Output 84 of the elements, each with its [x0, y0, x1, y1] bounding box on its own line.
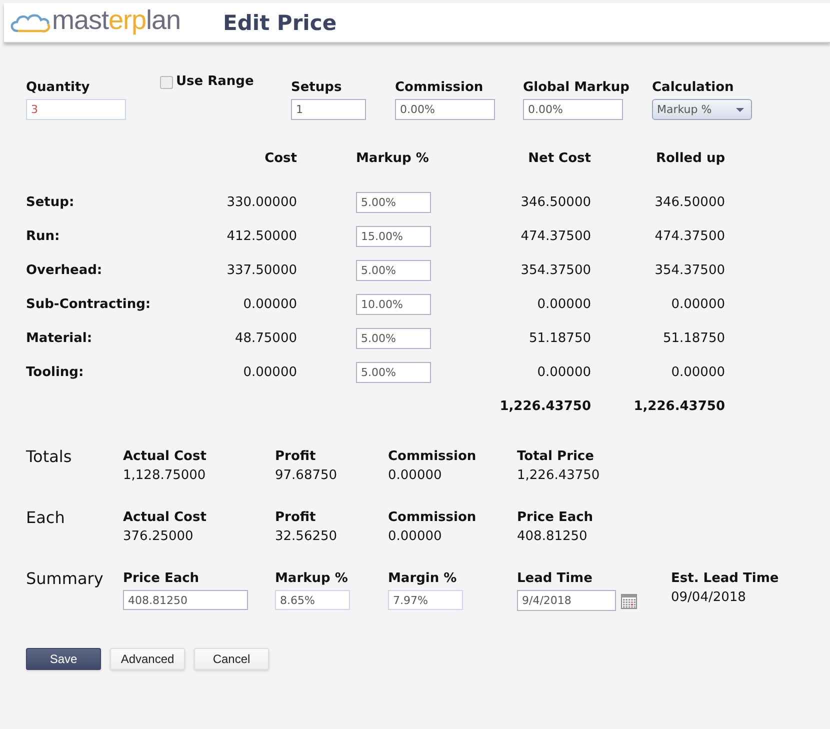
table-cell-text: 0.00000 — [670, 364, 725, 380]
markup-input[interactable]: 5.00% — [356, 362, 431, 382]
column-header: Rolled up — [654, 151, 725, 166]
checkbox[interactable] — [160, 76, 173, 89]
table-cell-text: 474.37500 — [520, 228, 591, 244]
table-cell: 412.50000 — [226, 228, 297, 244]
table-cell-text: 48.75000 — [234, 330, 297, 346]
markup-input[interactable]: 5.00% — [356, 260, 431, 280]
column-header: Cost — [264, 151, 297, 166]
page-title: Edit Price — [223, 10, 337, 34]
input-field[interactable]: 0.00% — [395, 99, 495, 120]
total-value: 1,226.43750 — [632, 398, 725, 414]
field-value: 32.56250 — [275, 529, 338, 544]
markup-input[interactable]: 5.00% — [356, 328, 431, 348]
table-cell-text: 354.37500 — [654, 262, 725, 278]
input-field[interactable]: 7.97% — [388, 590, 463, 610]
caret-icon — [736, 108, 744, 112]
field-label: Quantity — [26, 80, 91, 95]
field-label: Actual Cost — [123, 449, 208, 464]
table-cell-text: 354.37500 — [520, 262, 591, 278]
field-label: Est. Lead Time — [671, 571, 779, 586]
field-value: 408.81250 — [517, 529, 588, 544]
field-value: 376.25000 — [123, 529, 194, 544]
row-label: Tooling: — [26, 364, 85, 380]
field-value: 0.00000 — [388, 468, 443, 483]
table-cell-text: 346.50000 — [654, 194, 725, 210]
logo-text: masterplan — [52, 4, 181, 34]
field-value: 1,128.75000 — [123, 468, 207, 483]
field-label: Commission — [388, 449, 478, 464]
column-header: Markup % — [355, 151, 430, 166]
table-cell-text: 0.00000 — [242, 364, 297, 380]
field-value: 09/04/2018 — [671, 590, 747, 605]
input-field[interactable]: 1 — [291, 99, 366, 120]
markup-input[interactable]: 5.00% — [356, 192, 431, 212]
column-header: Net Cost — [527, 151, 591, 166]
table-cell: 337.50000 — [226, 262, 297, 278]
table-cell-text: 0.00000 — [536, 296, 591, 312]
row-label: Material: — [26, 330, 94, 346]
table-cell-text: 346.50000 — [520, 194, 591, 210]
field-value: 0.00000 — [388, 529, 443, 544]
field-value: 1,226.43750 — [517, 468, 601, 483]
table-cell: 330.00000 — [226, 194, 297, 210]
button[interactable]: Advanced — [110, 648, 185, 670]
table-cell-text: 0.00000 — [536, 364, 591, 380]
field-label: Setups — [291, 80, 343, 95]
row-label: Sub-Contracting: — [26, 296, 152, 312]
date-field[interactable]: 9/4/2018 — [517, 590, 616, 611]
table-cell-text: 51.18750 — [528, 330, 591, 346]
button[interactable]: Cancel — [194, 648, 269, 670]
field-label: Commission — [388, 510, 478, 525]
field-label: Lead Time — [517, 571, 594, 586]
input-field[interactable]: 408.81250 — [123, 590, 248, 610]
field-label: Markup % — [275, 571, 349, 586]
table-cell-text: 0.00000 — [670, 296, 725, 312]
save-button[interactable]: Save — [26, 648, 101, 670]
input-field[interactable]: 8.65% — [275, 590, 350, 610]
table-cell-text: 0.00000 — [242, 296, 297, 312]
section-title: Summary — [26, 571, 104, 590]
field-label: Calculation — [652, 80, 735, 95]
section-title: Totals — [26, 449, 73, 468]
field-label: Margin % — [388, 571, 458, 586]
field-label: Use Range — [176, 74, 254, 89]
input-field[interactable]: 0.00% — [523, 99, 623, 120]
table-cell-text: 474.37500 — [654, 228, 725, 244]
field-label: Price Each — [123, 571, 200, 586]
row-label: Run: — [26, 228, 61, 244]
section-title: Each — [26, 510, 66, 529]
field-label: Profit — [275, 449, 317, 464]
row-label: Setup: — [26, 194, 76, 210]
markup-input[interactable]: 15.00% — [356, 226, 431, 246]
field-value: 97.68750 — [275, 468, 338, 483]
dropdown[interactable]: Markup % — [652, 99, 752, 120]
field-label: Actual Cost — [123, 510, 208, 525]
table-cell-text: 51.18750 — [662, 330, 725, 346]
field-label: Global Markup — [523, 80, 630, 95]
field-label: Commission — [395, 80, 484, 95]
field-label: Price Each — [517, 510, 594, 525]
field-label: Total Price — [517, 449, 595, 464]
calendar-icon[interactable] — [621, 592, 637, 608]
row-label: Overhead: — [26, 262, 104, 278]
total-value: 1,226.43750 — [498, 398, 591, 414]
input-field[interactable]: 3 — [26, 99, 126, 120]
field-label: Profit — [275, 510, 317, 525]
markup-input[interactable]: 10.00% — [356, 294, 431, 314]
